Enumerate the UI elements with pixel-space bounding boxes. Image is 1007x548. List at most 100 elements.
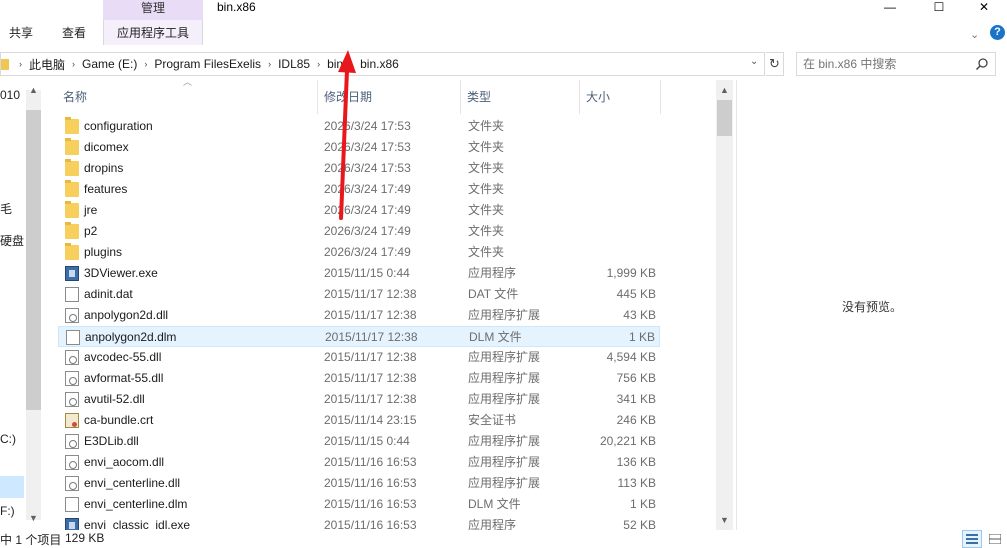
file-size: 1 KB [629,497,656,511]
file-row[interactable]: envi_centerline.dlm 2015/11/16 16:53 DLM 文… [58,494,660,515]
file-row[interactable]: avcodec-55.dll 2015/11/17 12:38 应用程序扩展 4,59… [58,347,660,368]
chevron-right-icon[interactable]: › [17,59,24,69]
nav-item-drive-c[interactable]: C:) [0,432,16,446]
maximize-icon: ☐ [933,0,945,14]
file-modified-date: 2026/3/24 17:49 [324,182,411,196]
maximize-button[interactable]: ☐ [916,0,962,14]
ribbon-expand-chevron-icon[interactable]: ⌄ [970,28,979,41]
crumb-game-drive[interactable]: Game (E:) [77,57,142,71]
file-row[interactable]: configuration 2026/3/24 17:53 文件夹 [58,116,660,137]
chevron-right-icon[interactable]: › [142,59,149,69]
dll-file-icon [65,455,79,470]
file-size: 1,999 KB [606,266,656,280]
file-row[interactable]: E3DLib.dll 2015/11/15 0:44 应用程序扩展 20,221 KB [58,431,660,452]
scroll-up-icon[interactable]: ▲ [720,85,729,95]
file-type: 应用程序 [468,266,517,280]
tab-share[interactable]: 共享 [9,25,33,41]
close-button[interactable]: ✕ [961,0,1007,14]
column-header-type[interactable]: 类型 [462,80,580,114]
address-bar[interactable]: › 此电脑 › Game (E:) › Program FilesExelis … [0,52,765,76]
scroll-down-icon[interactable]: ▼ [29,513,38,523]
nav-item-fragment[interactable]: 硬盘 [0,232,24,249]
crumb-idl85[interactable]: IDL85 [273,57,315,71]
file-size: 136 KB [616,455,656,469]
file-list-scrollbar[interactable] [716,80,733,530]
nav-item-fragment[interactable]: 010 [0,88,20,102]
file-row[interactable]: 3DViewer.exe 2015/11/15 0:44 应用程序 1,999 KB [58,263,660,284]
file-size: 1 KB [628,330,655,344]
file-modified-date: 2026/3/24 17:49 [324,224,411,238]
folder-icon [65,222,79,239]
context-tab-manage[interactable]: 管理 [103,0,203,20]
file-type: DAT 文件 [468,287,519,301]
nav-item-fragment[interactable]: 毛 [0,200,12,217]
dll-file-icon [65,308,79,323]
search-box[interactable] [796,52,996,76]
search-input[interactable] [803,53,973,75]
crumb-program-files-exelis[interactable]: Program FilesExelis [149,57,266,71]
file-type: 应用程序 [468,518,517,530]
scroll-down-icon[interactable]: ▼ [720,515,729,525]
file-row[interactable]: avutil-52.dll 2015/11/17 12:38 应用程序扩展 341 K… [58,389,660,410]
folder-icon [65,180,79,197]
application-icon [65,266,79,281]
file-row[interactable]: ca-bundle.crt 2015/11/14 23:15 安全证书 246 KB [58,410,660,431]
details-view-button[interactable] [962,530,982,548]
minimize-button[interactable]: — [867,0,913,14]
file-type: 文件夹 [468,224,505,238]
file-name: ca-bundle.crt [84,413,154,427]
search-icon[interactable] [975,57,989,71]
chevron-right-icon[interactable]: › [348,59,355,69]
file-row[interactable]: jre 2026/3/24 17:49 文件夹 [58,200,660,221]
help-icon[interactable]: ? [990,25,1005,40]
address-history-dropdown-icon[interactable]: ⌄ [750,56,758,67]
crumb-bin-x86[interactable]: bin.x86 [355,57,404,71]
file-row[interactable]: anpolygon2d.dll 2015/11/17 12:38 应用程序扩展 43 … [58,305,660,326]
file-row[interactable]: features 2026/3/24 17:49 文件夹 [58,179,660,200]
file-modified-date: 2015/11/17 12:38 [324,287,417,301]
tab-application-tools[interactable]: 应用程序工具 [117,25,189,41]
file-name: adinit.dat [84,287,133,301]
column-header-date[interactable]: 修改日期 [319,80,461,114]
tab-view[interactable]: 查看 [62,25,86,41]
file-row[interactable]: adinit.dat 2015/11/17 12:38 DAT 文件 445 KB [58,284,660,305]
file-row[interactable]: dropins 2026/3/24 17:53 文件夹 [58,158,660,179]
file-row[interactable]: envi_centerline.dll 2015/11/16 16:53 应用程序扩… [58,473,660,494]
chevron-right-icon[interactable]: › [266,59,273,69]
certificate-icon [65,413,79,428]
file-list: ︿ 名称 修改日期 类型 大小 configuration 2026/3/24 1… [58,80,716,530]
file-modified-date: 2026/3/24 17:49 [324,203,411,217]
file-size: 20,221 KB [599,434,656,448]
preview-message: 没有预览。 [842,300,903,314]
scroll-up-icon[interactable]: ▲ [29,85,38,95]
dll-file-icon [65,371,79,386]
file-name: anpolygon2d.dlm [85,330,177,344]
file-name: envi_aocom.dll [84,455,165,469]
column-header-name[interactable]: ︿ 名称 [58,80,318,114]
file-row[interactable]: p2 2026/3/24 17:49 文件夹 [58,221,660,242]
file-modified-date: 2015/11/16 16:53 [324,497,417,511]
crumb-bin[interactable]: bin [322,57,348,71]
column-header-size[interactable]: 大小 [581,80,661,114]
file-name: anpolygon2d.dll [84,308,169,322]
navigation-scrollbar-thumb[interactable] [26,110,41,410]
folder-icon [65,201,79,218]
chevron-right-icon[interactable]: › [315,59,322,69]
file-size: 52 KB [623,518,656,530]
large-icons-view-button[interactable] [985,530,1005,548]
file-type: 应用程序扩展 [468,308,541,322]
crumb-this-pc[interactable]: 此电脑 [24,56,70,73]
nav-item-drive-f[interactable]: F:) [0,504,15,518]
file-type: 应用程序扩展 [468,455,541,469]
file-row[interactable]: anpolygon2d.dlm 2015/11/17 12:38 DLM 文件 1 K… [58,326,660,347]
file-list-scrollbar-thumb[interactable] [717,100,732,136]
chevron-right-icon[interactable]: › [70,59,77,69]
file-row[interactable]: plugins 2026/3/24 17:49 文件夹 [58,242,660,263]
file-row[interactable]: envi_aocom.dll 2015/11/16 16:53 应用程序扩展 136 … [58,452,660,473]
nav-item-selected[interactable] [0,476,24,498]
file-row[interactable]: avformat-55.dll 2015/11/17 12:38 应用程序扩展 756… [58,368,660,389]
file-modified-date: 2015/11/16 16:53 [324,518,417,530]
file-row[interactable]: envi_classic_idl.exe 2015/11/16 16:53 应用程序… [58,515,660,530]
refresh-button[interactable]: ↻ [766,52,784,76]
file-row[interactable]: dicomex 2026/3/24 17:53 文件夹 [58,137,660,158]
